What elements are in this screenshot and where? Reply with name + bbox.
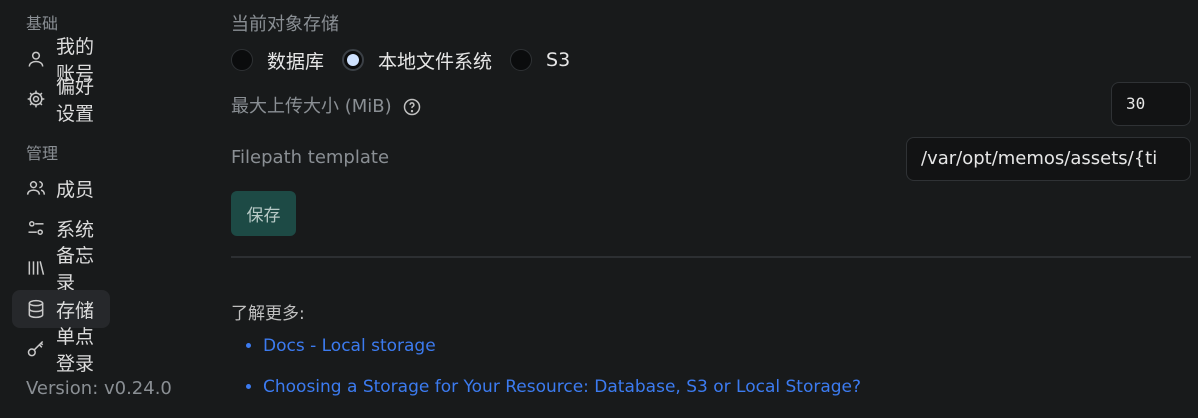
filepath-input[interactable]: /var/opt/memos/assets/{ti — [906, 137, 1191, 181]
sidebar-item-label: 单点登录 — [56, 326, 95, 375]
storage-radio-group: 数据库 本地文件系统 S3 — [231, 44, 588, 76]
user-icon — [26, 49, 46, 69]
link-docs-local-storage[interactable]: Docs - Local storage — [263, 336, 861, 356]
sidebar: 基础 我的账号 偏好设置 管理 成员 系统 备忘录 存储 单点登录 Versio… — [0, 0, 210, 417]
radio-local-filesystem[interactable]: 本地文件系统 — [342, 47, 492, 74]
filepath-label: Filepath template — [231, 147, 390, 168]
sidebar-item-label: 存储 — [56, 299, 95, 322]
section-title-manage: 管理 — [26, 144, 59, 163]
sidebar-item-label: 备忘录 — [56, 245, 95, 294]
radio-label: 数据库 — [267, 50, 325, 73]
help-icon[interactable] — [403, 98, 421, 116]
sidebar-item-label: 系统 — [56, 218, 95, 241]
sidebar-item-members[interactable]: 成员 — [12, 169, 110, 207]
gear-icon — [26, 89, 46, 109]
users-icon — [26, 178, 46, 198]
max-upload-label: 最大上传大小 (MiB) — [231, 96, 392, 117]
radio-button[interactable] — [342, 49, 365, 71]
learn-more-links: Docs - Local storage Choosing a Storage … — [243, 336, 861, 418]
version-text: Version: v0.24.0 — [26, 378, 172, 399]
storage-settings: 当前对象存储 数据库 本地文件系统 S3 最大上传大小 (MiB) 30 Fil… — [231, 0, 1191, 417]
learn-more-text: 了解更多: — [231, 304, 305, 324]
storage-title: 当前对象存储 — [231, 14, 339, 35]
sidebar-item-sso[interactable]: 单点登录 — [12, 326, 110, 375]
sidebar-item-preferences[interactable]: 偏好设置 — [12, 76, 110, 125]
sliders-icon — [26, 218, 46, 238]
divider — [231, 256, 1191, 258]
sidebar-item-label: 偏好设置 — [56, 76, 95, 125]
radio-database[interactable]: 数据库 — [231, 47, 324, 74]
sidebar-item-label: 成员 — [56, 178, 95, 201]
radio-s3[interactable]: S3 — [510, 49, 570, 71]
save-button[interactable]: 保存 — [231, 191, 296, 236]
max-upload-input[interactable]: 30 — [1111, 82, 1191, 126]
radio-button[interactable] — [510, 49, 533, 71]
radio-label: S3 — [546, 49, 571, 71]
key-icon — [26, 339, 46, 359]
max-upload-label-row: 最大上传大小 (MiB) — [231, 92, 421, 118]
radio-label: 本地文件系统 — [378, 50, 493, 73]
radio-button[interactable] — [231, 49, 253, 71]
library-icon — [26, 258, 46, 278]
sidebar-item-memos[interactable]: 备忘录 — [12, 245, 110, 294]
database-icon — [26, 299, 46, 319]
section-title-basic: 基础 — [26, 14, 59, 33]
link-choosing-storage[interactable]: Choosing a Storage for Your Resource: Da… — [263, 377, 861, 397]
